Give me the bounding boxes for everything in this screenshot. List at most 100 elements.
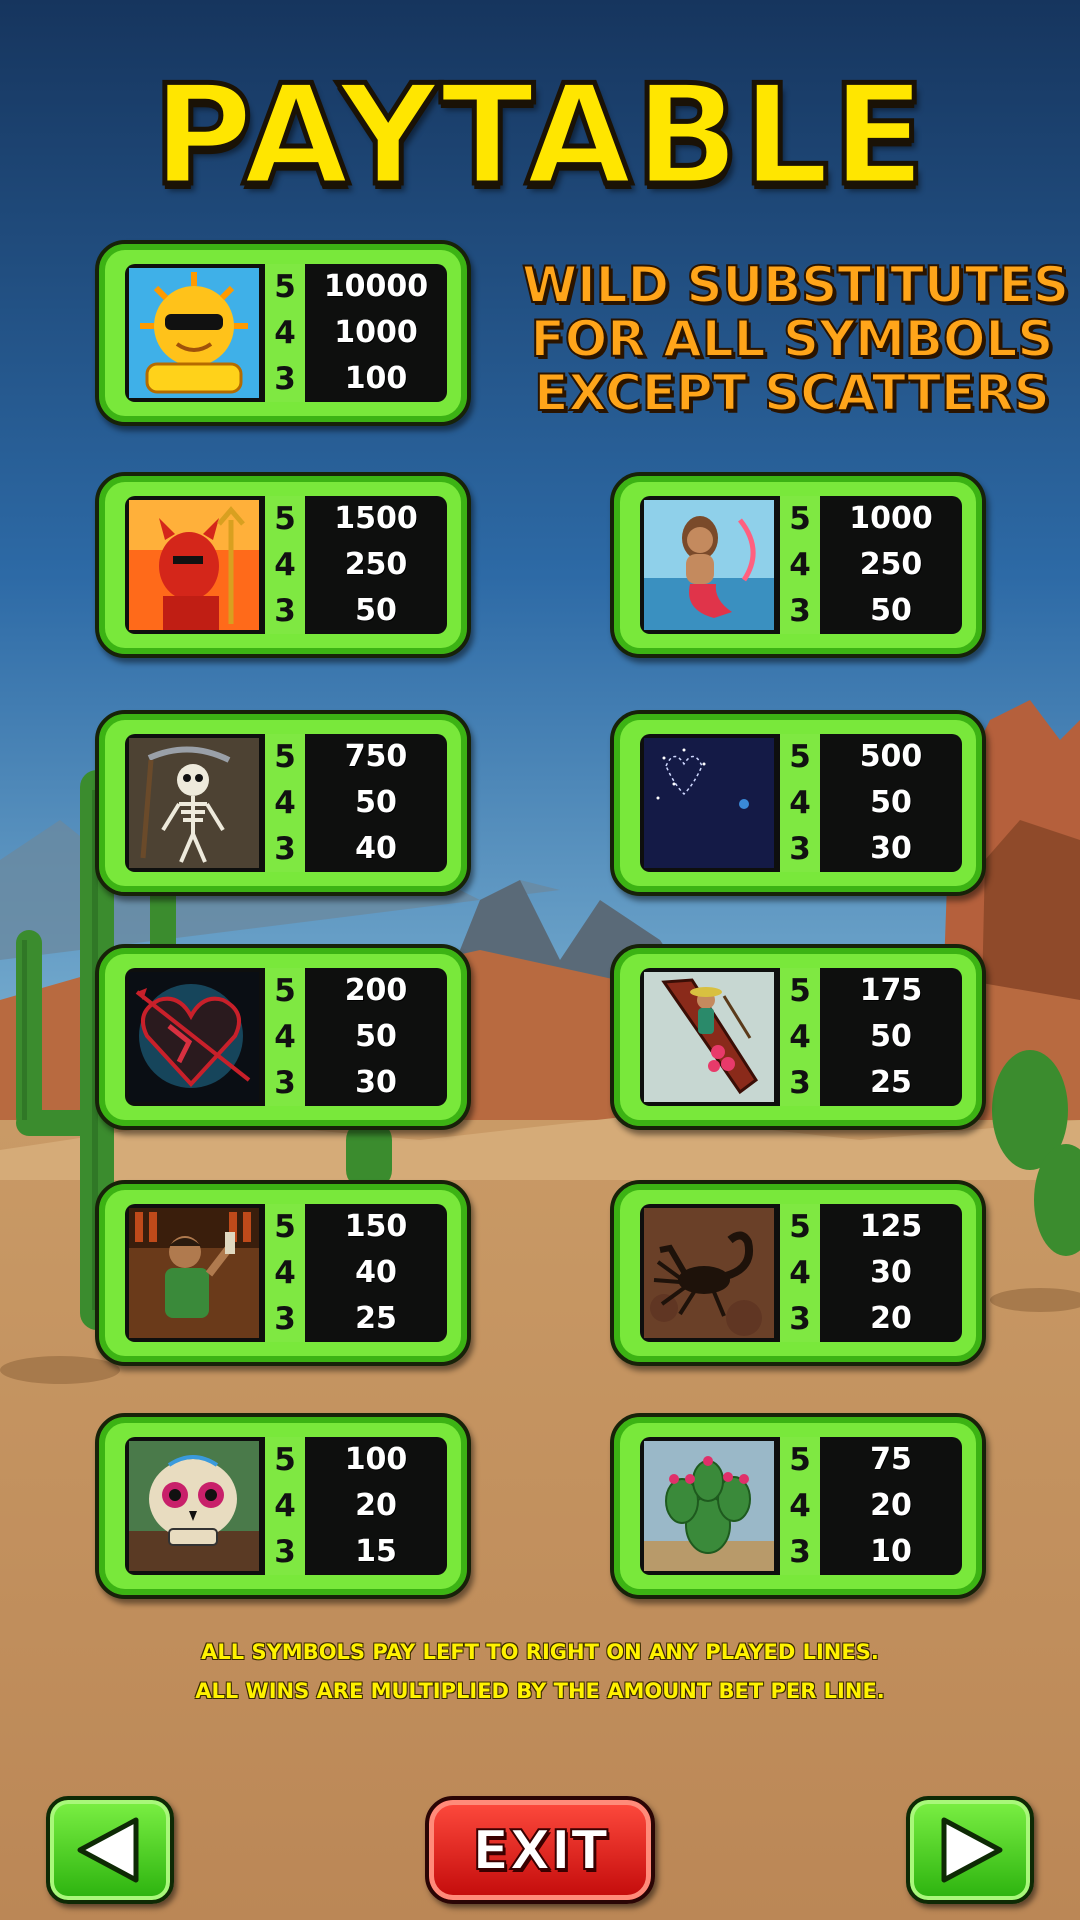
match-count: 4	[274, 546, 296, 583]
payout-value: 75	[870, 1442, 912, 1477]
match-count: 4	[789, 784, 811, 821]
payout-value: 25	[355, 1301, 397, 1336]
match-count: 3	[274, 1300, 296, 1337]
payout-value: 15	[355, 1534, 397, 1569]
skeleton-icon	[129, 738, 259, 868]
mermaid-icon	[644, 500, 774, 630]
match-count: 5	[789, 738, 811, 775]
match-count: 3	[274, 360, 296, 397]
payout-value: 20	[870, 1488, 912, 1523]
cactus-icon	[644, 1441, 774, 1571]
pay-card-la-luna: 5 4 3 500 50 30	[610, 710, 986, 896]
payout-value: 250	[344, 547, 408, 582]
payout-value: 20	[870, 1301, 912, 1336]
pay-card-inner: 5 4 3 175 50 25	[640, 968, 962, 1106]
payout-value: 50	[870, 1019, 912, 1054]
payout-value: 50	[870, 593, 912, 628]
drunk-man-icon	[129, 1208, 259, 1338]
page-title: PAYTABLE	[150, 53, 929, 219]
match-count-column: 5 4 3	[265, 1204, 305, 1342]
match-count: 3	[789, 1300, 811, 1337]
payout-value: 30	[870, 1255, 912, 1290]
pay-card-wild: 5 4 3 10000 1000 100	[95, 240, 471, 426]
match-count: 4	[789, 1254, 811, 1291]
match-count-column: 5 4 3	[265, 734, 305, 872]
pay-card-la-muerte: 5 4 3 750 50 40	[95, 710, 471, 896]
payout-value: 100	[344, 1442, 408, 1477]
pay-card-el-nopal: 5 4 3 75 20 10	[610, 1413, 986, 1599]
exit-button[interactable]: EXIT	[425, 1796, 655, 1904]
canoe-icon	[644, 972, 774, 1102]
payout-column: 10000 1000 100	[309, 264, 443, 402]
next-page-button[interactable]	[906, 1796, 1034, 1904]
pay-card-el-borracho: 5 4 3 150 40 25	[95, 1180, 471, 1366]
payout-column: 125 30 20	[824, 1204, 958, 1342]
devil-icon	[129, 500, 259, 630]
payout-value: 20	[355, 1488, 397, 1523]
payout-value: 175	[859, 973, 923, 1008]
payout-value: 200	[344, 973, 408, 1008]
match-count: 4	[274, 784, 296, 821]
pay-card-el-diablito: 5 4 3 1500 250 50	[95, 472, 471, 658]
match-count: 5	[274, 1441, 296, 1478]
multiplier-note: ALL WINS ARE MULTIPLIED BY THE AMOUNT BE…	[195, 1679, 885, 1703]
match-count: 4	[274, 1018, 296, 1055]
payout-value: 50	[355, 785, 397, 820]
payout-value: 150	[344, 1209, 408, 1244]
payout-column: 750 50 40	[309, 734, 443, 872]
match-count: 4	[274, 314, 296, 351]
exit-label: EXIT	[471, 1818, 608, 1883]
pay-card-la-chalupa: 5 4 3 175 50 25	[610, 944, 986, 1130]
match-count: 5	[789, 1208, 811, 1245]
match-count: 4	[274, 1254, 296, 1291]
payout-value: 50	[870, 785, 912, 820]
match-count: 4	[274, 1487, 296, 1524]
scorpion-icon	[644, 1208, 774, 1338]
pay-card-inner: 5 4 3 1000 250 50	[640, 496, 962, 634]
pay-card-inner: 5 4 3 125 30 20	[640, 1204, 962, 1342]
payout-column: 75 20 10	[824, 1437, 958, 1575]
wild-rule-line: FOR ALL SYMBOLS	[530, 310, 1055, 368]
match-count-column: 5 4 3	[780, 1204, 820, 1342]
match-count: 5	[274, 972, 296, 1009]
match-count-column: 5 4 3	[265, 496, 305, 634]
match-count: 5	[789, 972, 811, 1009]
payout-value: 40	[355, 1255, 397, 1290]
payout-column: 1500 250 50	[309, 496, 443, 634]
payout-value: 50	[355, 593, 397, 628]
payout-value: 1000	[849, 501, 933, 536]
match-count: 3	[274, 1064, 296, 1101]
sun-wild-icon	[129, 268, 259, 398]
pay-card-la-calavera: 5 4 3 100 20 15	[95, 1413, 471, 1599]
pay-card-la-sirena: 5 4 3 1000 250 50	[610, 472, 986, 658]
match-count: 4	[789, 1487, 811, 1524]
payout-value: 1500	[334, 501, 418, 536]
pay-card-inner: 5 4 3 10000 1000 100	[125, 264, 447, 402]
pay-card-inner: 5 4 3 1500 250 50	[125, 496, 447, 634]
match-count-column: 5 4 3	[780, 968, 820, 1106]
match-count-column: 5 4 3	[265, 264, 305, 402]
previous-page-button[interactable]	[46, 1796, 174, 1904]
payout-value: 750	[344, 739, 408, 774]
payout-column: 200 50 30	[309, 968, 443, 1106]
right-arrow-icon	[941, 1817, 1003, 1883]
left-arrow-icon	[77, 1817, 139, 1883]
paylines-note: ALL SYMBOLS PAY LEFT TO RIGHT ON ANY PLA…	[201, 1640, 879, 1664]
match-count: 5	[789, 1441, 811, 1478]
pay-card-inner: 5 4 3 100 20 15	[125, 1437, 447, 1575]
match-count-column: 5 4 3	[780, 496, 820, 634]
payout-column: 150 40 25	[309, 1204, 443, 1342]
match-count-column: 5 4 3	[265, 1437, 305, 1575]
payout-value: 30	[870, 831, 912, 866]
wild-rule-line: WILD SUBSTITUTES	[521, 256, 1070, 314]
moon-icon	[644, 738, 774, 868]
match-count: 5	[274, 268, 296, 305]
payout-value: 100	[344, 361, 408, 396]
match-count: 3	[274, 830, 296, 867]
payout-value: 125	[859, 1209, 923, 1244]
payout-value: 250	[859, 547, 923, 582]
payout-value: 30	[355, 1065, 397, 1100]
payout-value: 50	[355, 1019, 397, 1054]
heart-icon	[129, 972, 259, 1102]
wild-rule-line: EXCEPT SCATTERS	[533, 364, 1050, 422]
